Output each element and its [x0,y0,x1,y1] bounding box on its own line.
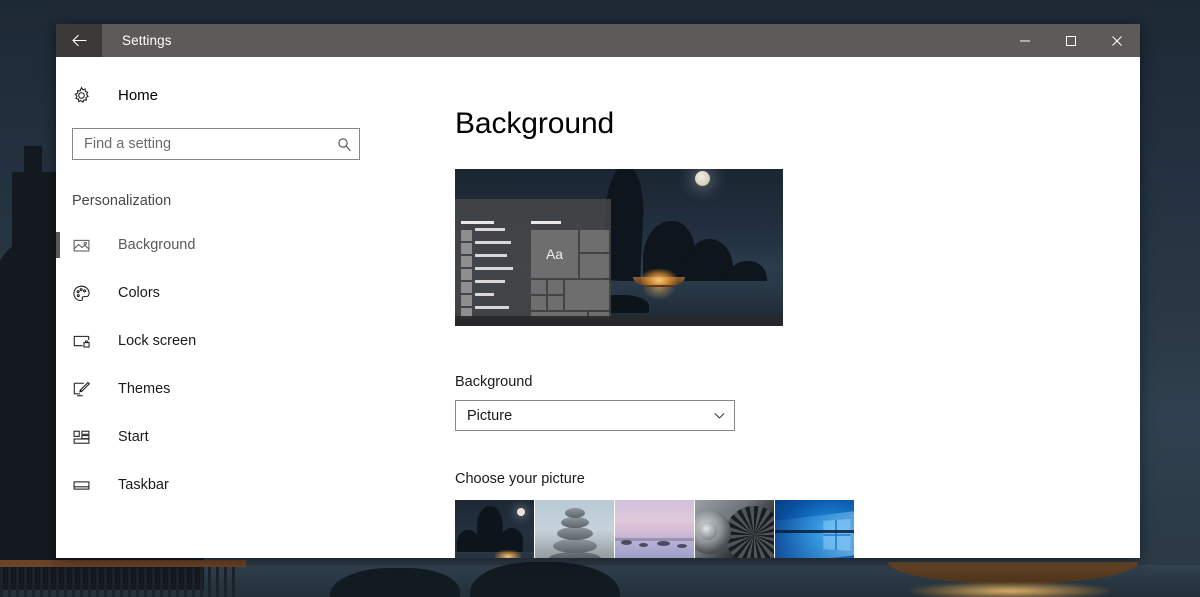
preview-moon [695,171,710,186]
search-icon[interactable] [329,137,359,152]
sidebar-item-taskbar[interactable]: Taskbar [56,461,398,509]
maximize-icon [1066,35,1076,46]
choose-picture-label: Choose your picture [455,471,585,487]
wallpaper-pier-deck [0,560,246,567]
settings-window: Settings Home Find a setting Personaliza… [56,24,1140,558]
taskbar-icon [72,476,102,495]
sidebar-item-home[interactable]: Home [56,75,398,115]
thumbnail-stones[interactable] [535,500,614,558]
background-type-select[interactable]: Picture [455,400,735,431]
preview-sample-text: Aa [545,246,564,262]
main-content: Background Aa Background Picture Choose … [398,57,1140,558]
search-input[interactable] [73,129,329,159]
thumbnail-purple-lake[interactable] [615,500,694,558]
search-box[interactable] [72,128,360,160]
sidebar-item-label: Lock screen [118,333,197,349]
sidebar-nav-list: Background Colors Lock screen Themes Sta… [56,221,398,509]
sidebar-item-start[interactable]: Start [56,413,398,461]
lock-screen-icon [72,332,102,351]
sidebar-item-label: Background [118,237,196,253]
background-preview: Aa [455,169,783,326]
sidebar-section-label: Personalization [72,193,172,209]
back-arrow-icon [71,34,87,47]
thumbnail-windows-hero[interactable] [775,500,854,558]
palette-icon [72,284,102,303]
thumbnail-gears[interactable] [695,500,774,558]
sidebar-item-label: Colors [118,285,160,301]
chevron-down-icon [704,409,734,422]
choose-picture-group: Choose your picture [455,471,1140,558]
maximize-button[interactable] [1048,24,1094,57]
start-tiles-icon [72,428,102,447]
close-button[interactable] [1094,24,1140,57]
desktop: Settings Home Find a setting Personaliza… [0,0,1200,597]
minimize-icon [1020,40,1030,41]
sidebar-item-label: Start [118,429,149,445]
window-title: Settings [122,33,172,48]
wallpaper-ship [880,556,1150,597]
background-field-group: Background Picture [455,374,1140,431]
sidebar-item-label: Themes [118,381,171,397]
background-type-value: Picture [467,407,513,424]
close-icon [1112,35,1122,46]
brush-icon [72,380,102,399]
picture-icon [72,236,102,255]
background-field-label: Background [455,374,533,390]
back-button[interactable] [56,24,102,57]
title-bar: Settings [56,24,1140,57]
sidebar-item-home-label: Home [118,86,159,104]
sidebar-item-label: Taskbar [118,477,169,493]
sidebar-item-lock-screen[interactable]: Lock screen [56,317,398,365]
preview-boat [631,269,687,299]
sidebar-item-colors[interactable]: Colors [56,269,398,317]
sidebar-item-background[interactable]: Background [56,221,398,269]
preview-start-menu-mockup: Aa [455,199,611,319]
gear-icon [72,85,102,105]
thumbnail-night-boat[interactable] [455,500,534,558]
window-body: Home Personalization [56,57,1140,558]
sidebar: Home Personalization [56,57,398,558]
picture-thumbnail-row [455,500,1140,558]
page-title: Background [455,107,615,140]
minimize-button[interactable] [1002,24,1048,57]
sidebar-item-themes[interactable]: Themes [56,365,398,413]
